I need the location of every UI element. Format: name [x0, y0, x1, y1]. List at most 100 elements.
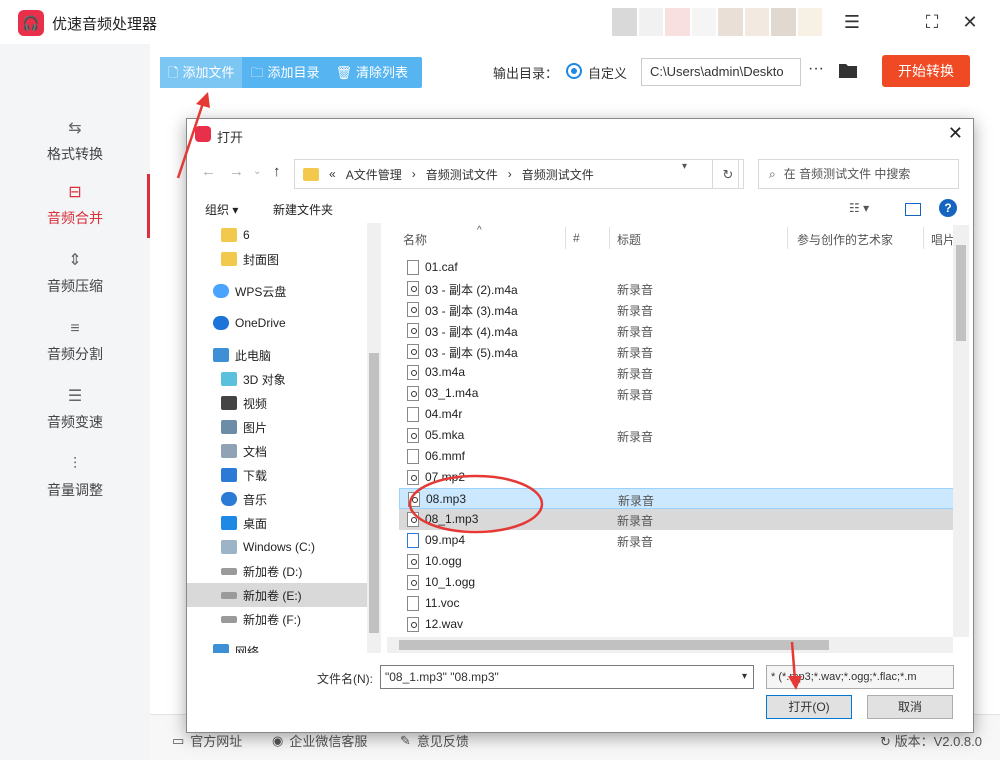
- open-folder-icon[interactable]: [838, 60, 858, 80]
- music-icon: [221, 492, 237, 506]
- search-input[interactable]: ⌕ 在 音频测试文件 中搜索: [758, 159, 959, 189]
- tree-item-onedrive[interactable]: OneDrive: [187, 311, 367, 335]
- tree-item-label: 新加卷 (D:): [243, 564, 303, 579]
- file-list-vertical-scrollbar[interactable]: [953, 225, 969, 637]
- start-convert-button[interactable]: 开始转换: [882, 55, 970, 87]
- file-row[interactable]: 04.m4r: [399, 404, 955, 425]
- tree-item-documents[interactable]: 文档: [187, 439, 367, 463]
- column-title[interactable]: 标题: [617, 231, 641, 248]
- file-row[interactable]: 03 - 副本 (3).m4a 新录音: [399, 299, 955, 320]
- address-row: ← → ⌄ ↑ « A文件管理 › 音频测试文件 › 音频测试文件 ▾ ↻ ⌕ …: [187, 153, 973, 193]
- file-row-selected[interactable]: 08_1.mp3 新录音: [399, 509, 955, 530]
- tree-item-drive-d[interactable]: 新加卷 (D:): [187, 559, 367, 583]
- tree-item-3d-objects[interactable]: 3D 对象: [187, 367, 367, 391]
- column-divider[interactable]: [609, 227, 610, 249]
- add-file-button[interactable]: 🗋 添加文件: [160, 57, 243, 88]
- sidebar-item-audio-split[interactable]: ≡ 音频分割: [0, 310, 150, 374]
- refresh-icon[interactable]: ↻: [712, 159, 744, 189]
- scrollbar-thumb[interactable]: [956, 245, 966, 341]
- file-row[interactable]: 06.mmf: [399, 446, 955, 467]
- column-album[interactable]: 唱片: [931, 231, 955, 248]
- file-row[interactable]: 03 - 副本 (4).m4a 新录音: [399, 320, 955, 341]
- close-icon[interactable]: ✕: [948, 123, 963, 144]
- address-bar[interactable]: « A文件管理 › 音频测试文件 › 音频测试文件: [294, 159, 739, 189]
- sidebar-item-audio-speed[interactable]: ☰ 音频变速: [0, 378, 150, 442]
- column-divider[interactable]: [565, 227, 566, 249]
- recent-locations-icon[interactable]: ⌄: [253, 166, 261, 177]
- output-path-field[interactable]: C:\Users\admin\Deskto: [641, 58, 801, 86]
- file-row[interactable]: 09.mp4 新录音: [399, 530, 955, 551]
- refresh-icon: ↻: [880, 734, 891, 749]
- up-arrow-icon[interactable]: ↑: [273, 163, 281, 180]
- sidebar-item-format-convert[interactable]: ⇆ 格式转换: [0, 110, 150, 174]
- file-row[interactable]: 03_1.m4a 新录音: [399, 383, 955, 404]
- open-button[interactable]: 打开(O): [766, 695, 852, 719]
- column-number[interactable]: #: [573, 231, 580, 245]
- file-row[interactable]: 11.voc: [399, 593, 955, 614]
- file-list-horizontal-scrollbar[interactable]: [387, 637, 953, 653]
- tree-item-desktop[interactable]: 桌面: [187, 511, 367, 535]
- file-row[interactable]: 12.wav: [399, 614, 955, 635]
- tree-scrollbar[interactable]: [367, 223, 381, 653]
- forward-arrow-icon[interactable]: →: [229, 163, 244, 180]
- tree-item-drive-c[interactable]: Windows (C:): [187, 535, 367, 559]
- tree-item-music[interactable]: 音乐: [187, 487, 367, 511]
- headset-icon: ◉: [272, 732, 284, 748]
- tree-item-drive-f[interactable]: 新加卷 (F:): [187, 607, 367, 631]
- back-arrow-icon[interactable]: ←: [201, 163, 216, 180]
- tree-item-downloads[interactable]: 下载: [187, 463, 367, 487]
- more-options-button[interactable]: ···: [808, 60, 824, 78]
- file-row[interactable]: 03 - 副本 (2).m4a 新录音: [399, 278, 955, 299]
- chevron-down-icon[interactable]: ▾: [742, 666, 747, 688]
- column-divider[interactable]: [923, 227, 924, 249]
- column-name[interactable]: 名称: [403, 231, 427, 248]
- wechat-support-link[interactable]: ◉ 企业微信客服: [272, 731, 367, 750]
- scrollbar-thumb[interactable]: [399, 640, 829, 650]
- filename-input[interactable]: "08_1.mp3" "08.mp3" ▾: [380, 665, 754, 689]
- tree-item-videos[interactable]: 视频: [187, 391, 367, 415]
- file-row[interactable]: 03.m4a 新录音: [399, 362, 955, 383]
- sidebar-item-volume-adjust[interactable]: ⫶ 音量调整: [0, 446, 150, 510]
- tree-item-network[interactable]: 网络: [187, 639, 367, 653]
- cancel-button[interactable]: 取消: [867, 695, 953, 719]
- column-artist[interactable]: 参与创作的艺术家: [797, 231, 893, 248]
- chevron-down-icon[interactable]: ▾: [682, 161, 687, 172]
- help-icon[interactable]: ?: [939, 199, 957, 217]
- tree-item-6[interactable]: 6: [187, 223, 367, 247]
- sidebar-item-audio-merge[interactable]: ⊟ 音频合并: [0, 174, 150, 238]
- file-row[interactable]: 01.caf: [399, 257, 955, 278]
- tree-item-this-pc[interactable]: 此电脑: [187, 343, 367, 367]
- breadcrumb-item[interactable]: 音频测试文件: [426, 166, 498, 183]
- preview-pane-icon[interactable]: [905, 203, 921, 216]
- maximize-icon[interactable]: ⛶: [920, 10, 944, 34]
- onedrive-icon: [213, 316, 229, 330]
- tree-item-cover[interactable]: 封面图: [187, 247, 367, 271]
- file-row-selected[interactable]: 08.mp3 新录音: [399, 488, 955, 509]
- close-icon[interactable]: ✕: [958, 10, 982, 34]
- file-row[interactable]: 10_1.ogg: [399, 572, 955, 593]
- custom-output-radio[interactable]: [566, 63, 582, 79]
- breadcrumb-item[interactable]: 音频测试文件: [522, 166, 594, 183]
- website-link[interactable]: ▭ 官方网址: [172, 731, 242, 750]
- add-directory-button[interactable]: 🗀 添加目录: [242, 57, 327, 88]
- tree-item-pictures[interactable]: 图片: [187, 415, 367, 439]
- column-divider[interactable]: [787, 227, 788, 249]
- file-type-select[interactable]: * (*.mp3;*.wav;*.ogg;*.flac;*.m: [766, 665, 954, 689]
- file-row[interactable]: 03 - 副本 (5).m4a 新录音: [399, 341, 955, 362]
- tree-item-drive-e[interactable]: 新加卷 (E:): [187, 583, 367, 607]
- new-folder-button[interactable]: 新建文件夹: [273, 201, 333, 218]
- clear-list-button[interactable]: 🗑 清除列表: [328, 57, 417, 88]
- breadcrumb-overflow[interactable]: «: [329, 167, 336, 181]
- file-row[interactable]: 07.mp2: [399, 467, 955, 488]
- file-row[interactable]: 05.mka 新录音: [399, 425, 955, 446]
- tree-scrollbar-thumb[interactable]: [369, 353, 379, 633]
- sidebar-item-audio-compress[interactable]: ⇕ 音频压缩: [0, 242, 150, 306]
- view-options-icon[interactable]: ☷ ▾: [849, 201, 869, 215]
- breadcrumb-item[interactable]: A文件管理: [346, 166, 402, 183]
- feedback-link[interactable]: ✎ 意见反馈: [400, 731, 469, 750]
- file-row[interactable]: 10.ogg: [399, 551, 955, 572]
- file-icon: [407, 407, 419, 422]
- tree-item-wps-cloud[interactable]: WPS云盘: [187, 279, 367, 303]
- organize-menu[interactable]: 组织 ▾: [205, 201, 238, 218]
- menu-icon[interactable]: ☰: [840, 10, 864, 34]
